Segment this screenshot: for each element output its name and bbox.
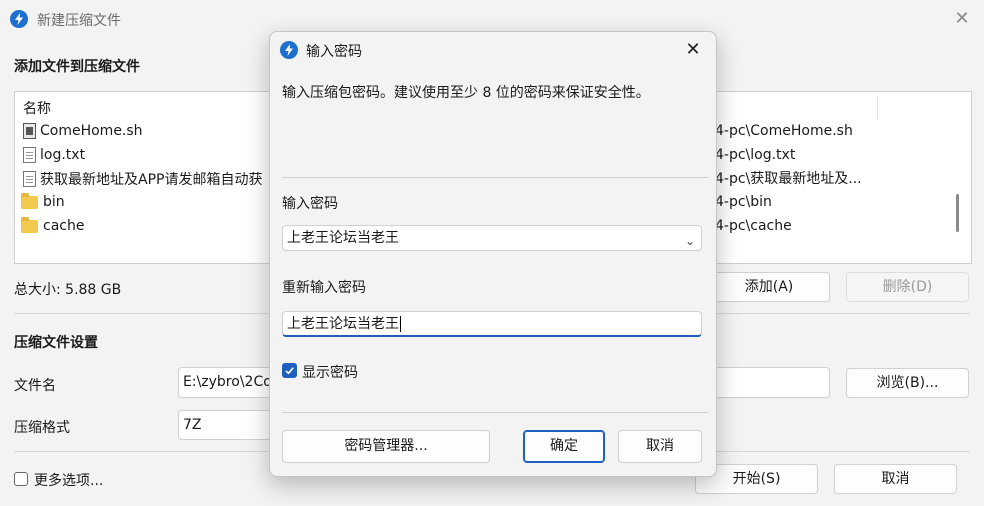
list-item[interactable]: bin: [21, 191, 65, 213]
ok-button[interactable]: 确定: [523, 430, 605, 463]
folder-icon: [21, 192, 38, 209]
password-label: 输入密码: [282, 196, 338, 212]
divider: [282, 412, 708, 413]
file-name: cache: [43, 218, 85, 234]
browse-button[interactable]: 浏览(B)...: [846, 368, 969, 398]
confirm-password-input[interactable]: 上老王论坛当老王: [282, 311, 702, 337]
dialog-title: 输入密码: [306, 44, 362, 60]
list-item[interactable]: log.txt: [21, 144, 85, 166]
file-path: 4-pc\bin: [715, 194, 772, 210]
more-options-checkbox[interactable]: [14, 472, 28, 486]
list-item[interactable]: 获取最新地址及APP请发邮箱自动获: [21, 168, 262, 190]
filename-label: 文件名: [14, 378, 56, 394]
dialog-cancel-button[interactable]: 取消: [618, 430, 702, 463]
dialog-close-icon[interactable]: ✕: [683, 40, 703, 60]
password-dialog: 输入密码 ✕ 输入压缩包密码。建议使用至少 8 位的密码来保证安全性。 输入密码…: [269, 31, 717, 477]
dialog-description: 输入压缩包密码。建议使用至少 8 位的密码来保证安全性。: [282, 85, 650, 101]
main-cancel-button[interactable]: 取消: [834, 464, 957, 494]
file-path: 4-pc\获取最新地址及...: [715, 171, 862, 187]
confirm-password-label: 重新输入密码: [282, 280, 366, 296]
text-file-icon: [23, 171, 36, 187]
file-name: bin: [43, 194, 65, 210]
list-item[interactable]: ComeHome.sh: [21, 120, 143, 142]
file-name: ComeHome.sh: [40, 123, 143, 139]
add-button[interactable]: 添加(A): [708, 272, 830, 302]
list-item[interactable]: cache: [21, 215, 84, 237]
text-file-icon: [23, 147, 36, 163]
file-name: 获取最新地址及APP请发邮箱自动获: [40, 172, 263, 188]
password-input[interactable]: 上老王论坛当老王 ⌄: [282, 225, 702, 251]
file-path: 4-pc\cache: [715, 218, 792, 234]
file-name: log.txt: [40, 147, 86, 163]
list-scrollbar-thumb[interactable]: [956, 194, 959, 232]
password-manager-button[interactable]: 密码管理器...: [282, 430, 490, 463]
column-divider: [877, 96, 878, 120]
total-size-label: 总大小: 5.88 GB: [14, 282, 122, 298]
divider: [282, 177, 708, 178]
password-value: 上老王论坛当老王: [287, 230, 399, 246]
show-password-label[interactable]: 显示密码: [302, 362, 358, 382]
window-close-icon[interactable]: ✕: [952, 9, 972, 29]
shell-file-icon: [23, 123, 36, 139]
delete-button[interactable]: 删除(D): [846, 272, 969, 302]
archive-settings-title: 压缩文件设置: [14, 335, 98, 351]
file-path: 4-pc\log.txt: [715, 147, 796, 163]
app-logo-icon: [280, 41, 298, 59]
app-logo-icon: [10, 10, 28, 28]
more-options-label[interactable]: 更多选项...: [34, 470, 103, 490]
format-label: 压缩格式: [14, 420, 70, 436]
confirm-password-value: 上老王论坛当老王: [287, 316, 399, 332]
show-password-checkbox[interactable]: [282, 363, 297, 378]
window-title: 新建压缩文件: [37, 13, 121, 29]
text-caret: [400, 316, 401, 332]
file-path: 4-pc\ComeHome.sh: [715, 123, 853, 139]
list-header-name[interactable]: 名称: [23, 98, 51, 118]
add-files-section-title: 添加文件到压缩文件: [14, 59, 140, 75]
folder-icon: [21, 216, 38, 233]
chevron-down-icon[interactable]: ⌄: [685, 229, 695, 253]
